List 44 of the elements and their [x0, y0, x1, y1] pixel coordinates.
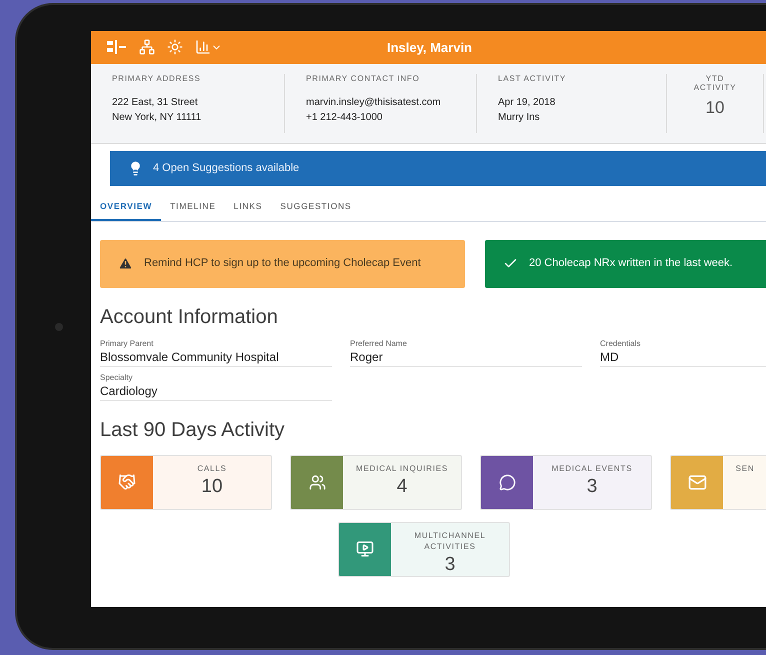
field-value: Blossomvale Community Hospital	[100, 350, 280, 364]
card-label: MEDICAL INQUIRIES	[356, 462, 448, 474]
summary-value: Murry Ins	[498, 110, 540, 124]
summary-label: YTD ACTIVITY	[692, 74, 738, 92]
field-value: Cardiology	[100, 384, 158, 398]
tab[interactable]: OVERVIEW	[91, 194, 162, 220]
field-value: Roger	[350, 350, 384, 364]
alert-text: 20 Cholecap NRx written in the last week.	[529, 256, 733, 271]
summary-label: PRIMARY CONTACT INFO	[306, 74, 420, 82]
header-title: Insley, Marvin	[386, 40, 472, 54]
alert-text: Remind HCP to sign up to the upcoming Cholecap Event	[144, 256, 421, 271]
summary-value: New York, NY 11111	[112, 110, 202, 124]
section-title: Last 90 Days Activity	[99, 418, 286, 442]
summary-value: +1 212-443-1000	[306, 110, 382, 124]
card-count: 3	[444, 554, 456, 576]
field-label: Preferred Name	[350, 338, 408, 348]
section-title: Account Information	[99, 306, 279, 328]
activity-card[interactable]: MEDICAL EVENTS 3	[480, 454, 652, 510]
tab[interactable]: TIMELINE	[161, 194, 225, 220]
card-label: MULTICHANNEL ACTIVITIES	[413, 530, 487, 552]
tab[interactable]: SUGGESTIONS	[271, 194, 360, 220]
summary-metric: 10	[706, 98, 724, 118]
banner-text: 4 Open Suggestions available	[153, 162, 300, 174]
field-value: MD	[600, 350, 620, 364]
tab[interactable]: LINKS	[224, 194, 272, 220]
card-count: 3	[586, 476, 598, 498]
summary-value: marvin.insley@thisisatest.com	[306, 96, 441, 110]
summary-value: Apr 19, 2018	[498, 96, 556, 110]
activity-card[interactable]: MULTICHANNEL ACTIVITIES 3	[338, 522, 510, 576]
field-label: Specialty	[100, 372, 134, 382]
card-label: MEDICAL EVENTS	[552, 462, 632, 474]
activity-card[interactable]: CALLS 10	[100, 454, 272, 510]
card-label: CALLS	[197, 462, 227, 474]
field-label: Credentials	[600, 338, 642, 348]
summary-label: PRIMARY ADDRESS	[112, 74, 201, 82]
summary-value: 222 East, 31 Street	[112, 96, 198, 110]
card-count: 4	[396, 476, 408, 498]
activity-card[interactable]: SEN	[670, 454, 766, 510]
suggestions-banner[interactable]: 4 Open Suggestions available	[110, 150, 766, 186]
summary-label: LAST ACTIVITY	[498, 74, 566, 82]
card-count: 10	[201, 476, 223, 498]
field-label: Primary Parent	[100, 338, 154, 348]
activity-card[interactable]: MEDICAL INQUIRIES 4	[290, 454, 462, 510]
card-label: SEN	[736, 462, 754, 474]
